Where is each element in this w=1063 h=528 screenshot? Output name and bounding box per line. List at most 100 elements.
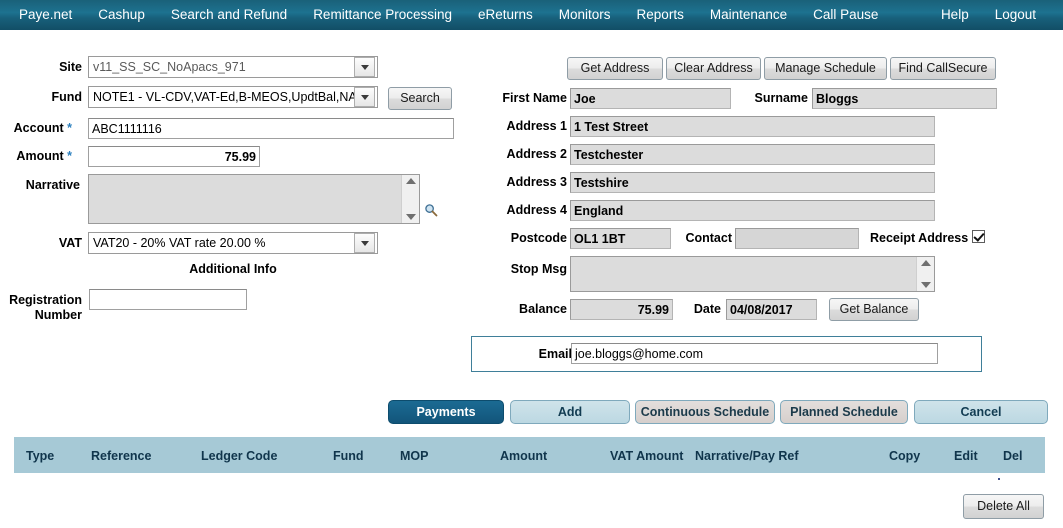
column-header-ledger-code[interactable]: Ledger Code (201, 449, 277, 463)
nav-item-ereturns[interactable]: eReturns (465, 0, 546, 30)
nav-item-payenet[interactable]: Paye.net (6, 0, 85, 30)
results-table-header: Type Reference Ledger Code Fund MOP Amou… (14, 437, 1045, 473)
column-header-copy[interactable]: Copy (889, 449, 920, 463)
address3-label: Address 3 (506, 175, 567, 189)
fund-select-value: NOTE1 - VL-CDV,VAT-Ed,B-MEOS,UpdtBal,NA-… (93, 90, 354, 104)
registration-number-input[interactable] (89, 289, 247, 310)
stop-msg-textarea-value[interactable] (571, 257, 916, 291)
email-panel: Email joe.bloggs@home.com (471, 336, 982, 372)
balance-label: Balance (519, 302, 567, 316)
column-header-narrative-pay-ref[interactable]: Narrative/Pay Ref (695, 449, 799, 463)
amount-required-asterisk: * (67, 149, 72, 163)
site-select-value: v11_SS_SC_NoApacs_971 (93, 60, 246, 74)
tab-cancel[interactable]: Cancel (914, 400, 1048, 424)
tab-planned-schedule[interactable]: Planned Schedule (780, 400, 908, 424)
account-required-asterisk: * (67, 121, 72, 135)
registration-number-label-line2: Number (34, 308, 82, 322)
nav-item-call-pause[interactable]: Call Pause (800, 0, 891, 30)
table-marker-dot (998, 478, 1000, 480)
nav-item-monitors[interactable]: Monitors (546, 0, 624, 30)
column-header-edit[interactable]: Edit (954, 449, 978, 463)
scroll-down-icon[interactable] (405, 214, 416, 220)
delete-all-button[interactable]: Delete All (963, 494, 1044, 519)
address1-input[interactable]: 1 Test Street (570, 116, 935, 137)
get-address-button[interactable]: Get Address (567, 57, 663, 80)
additional-info-heading: Additional Info (189, 262, 277, 276)
address2-label: Address 2 (506, 147, 567, 161)
site-label: Site (59, 60, 82, 74)
nav-item-remittance-processing[interactable]: Remittance Processing (300, 0, 465, 30)
column-header-vat-amount[interactable]: VAT Amount (610, 449, 683, 463)
nav-item-search-and-refund[interactable]: Search and Refund (158, 0, 300, 30)
top-navbar: Paye.net Cashup Search and Refund Remitt… (0, 0, 1063, 30)
stop-msg-label: Stop Msg (510, 262, 567, 276)
amount-label: Amount * (0, 149, 72, 163)
tab-continuous-schedule[interactable]: Continuous Schedule (635, 400, 775, 424)
nav-item-logout[interactable]: Logout (982, 0, 1049, 30)
address4-input[interactable]: England (570, 200, 935, 221)
chevron-down-icon[interactable] (354, 57, 375, 77)
site-select[interactable]: v11_SS_SC_NoApacs_971 (88, 56, 378, 78)
postcode-label: Postcode (510, 231, 567, 245)
email-input[interactable]: joe.bloggs@home.com (571, 343, 938, 364)
scroll-up-icon[interactable] (405, 178, 416, 184)
registration-number-label: Registration Number (0, 293, 82, 323)
email-label: Email (538, 347, 572, 361)
column-header-mop[interactable]: MOP (400, 449, 428, 463)
address1-label: Address 1 (506, 119, 567, 133)
address2-input[interactable]: Testchester (570, 144, 935, 165)
vat-select-value: VAT20 - 20% VAT rate 20.00 % (93, 236, 266, 250)
account-label: Account * (0, 121, 72, 135)
surname-label: Surname (754, 91, 809, 105)
fund-select[interactable]: NOTE1 - VL-CDV,VAT-Ed,B-MEOS,UpdtBal,NA-… (88, 86, 378, 108)
first-name-input[interactable]: Joe (570, 88, 731, 109)
nav-item-reports[interactable]: Reports (624, 0, 697, 30)
receipt-address-checkbox[interactable] (972, 230, 985, 243)
stop-msg-textarea[interactable] (570, 256, 935, 292)
narrative-textarea-value[interactable] (89, 175, 401, 223)
narrative-label: Narrative (25, 178, 80, 192)
date-label: Date (693, 302, 721, 316)
manage-schedule-button[interactable]: Manage Schedule (764, 57, 887, 80)
balance-input: 75.99 (570, 299, 673, 320)
column-header-amount[interactable]: Amount (500, 449, 547, 463)
scroll-down-icon[interactable] (920, 282, 931, 288)
get-balance-button[interactable]: Get Balance (829, 298, 919, 321)
nav-item-maintenance[interactable]: Maintenance (697, 0, 800, 30)
contact-input[interactable] (735, 228, 859, 249)
narrative-textarea[interactable] (88, 174, 420, 224)
narrative-scrollbar[interactable] (401, 175, 419, 223)
surname-input[interactable]: Bloggs (812, 88, 997, 109)
first-name-label: First Name (502, 91, 567, 105)
account-input[interactable]: ABC1111116 (88, 118, 454, 139)
nav-item-cashup[interactable]: Cashup (85, 0, 158, 30)
date-input[interactable]: 04/08/2017 (726, 299, 817, 320)
account-label-text: Account (13, 121, 64, 135)
chevron-down-icon[interactable] (354, 87, 375, 107)
tab-payments[interactable]: Payments (388, 400, 504, 424)
narrative-search-icon[interactable] (424, 203, 438, 220)
postcode-input[interactable]: OL1 1BT (570, 228, 671, 249)
receipt-address-label: Receipt Address (870, 231, 969, 245)
column-header-fund[interactable]: Fund (333, 449, 364, 463)
stop-msg-scrollbar[interactable] (916, 257, 934, 291)
tab-add[interactable]: Add (510, 400, 630, 424)
address3-input[interactable]: Testshire (570, 172, 935, 193)
registration-number-label-line1: Registration (9, 293, 82, 307)
column-header-del[interactable]: Del (1003, 449, 1022, 463)
find-callsecure-button[interactable]: Find CallSecure (890, 57, 996, 80)
column-header-reference[interactable]: Reference (91, 449, 151, 463)
chevron-down-icon[interactable] (354, 233, 375, 253)
amount-label-text: Amount (16, 149, 64, 163)
vat-label: VAT (58, 236, 82, 250)
address4-label: Address 4 (506, 203, 567, 217)
clear-address-button[interactable]: Clear Address (666, 57, 761, 80)
contact-label: Contact (685, 231, 732, 245)
amount-input[interactable]: 75.99 (88, 146, 260, 167)
search-button[interactable]: Search (388, 87, 452, 110)
nav-item-help[interactable]: Help (928, 0, 982, 30)
vat-select[interactable]: VAT20 - 20% VAT rate 20.00 % (88, 232, 378, 254)
scroll-up-icon[interactable] (920, 260, 931, 266)
column-header-type[interactable]: Type (26, 449, 54, 463)
fund-label: Fund (51, 90, 82, 104)
